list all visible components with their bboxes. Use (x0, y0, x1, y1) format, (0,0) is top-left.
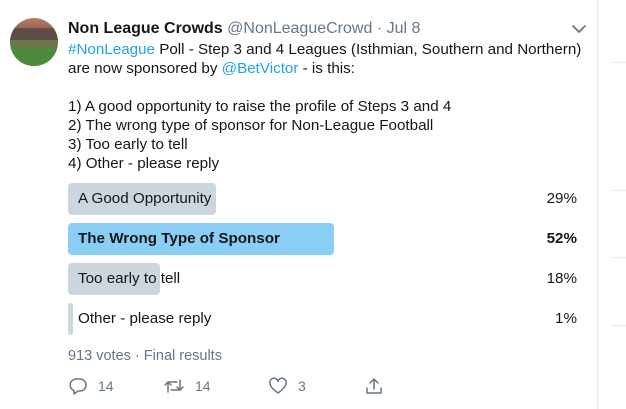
poll-option-label: Too early to tell (78, 270, 181, 287)
reply-count: 14 (98, 378, 114, 394)
poll-option-label: Other - please reply (78, 310, 212, 327)
vote-count: 913 votes (68, 348, 131, 364)
tweet-text: #NonLeague Poll - Step 3 and 4 Leagues (… (68, 40, 583, 173)
avatar[interactable] (10, 18, 58, 66)
poll-option-percent: 18% (546, 270, 577, 287)
author-name[interactable]: Non League Crowds (68, 20, 223, 37)
like-count: 3 (298, 378, 306, 394)
poll-status: Final results (143, 348, 222, 364)
tweet-date[interactable]: Jul 8 (387, 20, 421, 37)
poll-option: The Wrong Type of Sponsor 52% (68, 223, 580, 255)
choice-line: 2) The wrong type of sponsor for Non-Lea… (68, 117, 434, 134)
timeline-divider (597, 0, 598, 409)
poll-option: Too early to tell 18% (68, 263, 580, 295)
hashtag-link[interactable]: #NonLeague (68, 41, 155, 58)
retweet-button[interactable]: 14 (163, 375, 211, 397)
poll-option-percent: 52% (546, 230, 577, 247)
more-options-button[interactable] (568, 18, 590, 40)
tweet-text-line1: Poll - Step 3 and 4 Leagues (Isthmian, S… (155, 41, 582, 58)
poll-option: A Good Opportunity 29% (68, 183, 580, 215)
tweet-header: Non League Crowds @NonLeagueCrowd · Jul … (68, 18, 420, 40)
poll-option-label: The Wrong Type of Sponsor (78, 230, 280, 247)
choice-line: 3) Too early to tell (68, 136, 188, 153)
like-button[interactable]: 3 (268, 375, 306, 397)
poll-option-percent: 29% (546, 190, 577, 207)
header-separator: · (376, 20, 383, 37)
summary-separator: · (134, 348, 140, 364)
mention-link[interactable]: @BetVictor (222, 60, 299, 77)
choice-line: 1) A good opportunity to raise the profi… (68, 98, 452, 115)
poll-summary: 913 votes · Final results (68, 348, 222, 364)
poll-bar (68, 303, 73, 335)
author-handle[interactable]: @NonLeagueCrowd (227, 20, 372, 37)
tweet-text-line2-end: - is this: (298, 60, 355, 77)
heart-icon (269, 377, 287, 394)
tweet-actions: 14 14 3 (68, 375, 398, 397)
retweet-icon (164, 379, 184, 393)
sidebar-divider (611, 257, 626, 258)
share-icon (366, 378, 382, 394)
sidebar-divider (611, 325, 626, 326)
poll-option: Other - please reply 1% (68, 303, 580, 335)
reply-icon (69, 378, 87, 395)
poll-option-percent: 1% (555, 310, 577, 327)
sidebar-divider (611, 62, 626, 63)
share-button[interactable] (364, 375, 384, 397)
choice-line: 4) Other - please reply (68, 155, 220, 172)
retweet-count: 14 (195, 378, 211, 394)
tweet-text-line2-start: are now sponsored by (68, 60, 222, 77)
sidebar-divider (611, 190, 626, 191)
poll-option-label: A Good Opportunity (78, 190, 212, 207)
chevron-down-icon (572, 25, 586, 33)
reply-button[interactable]: 14 (68, 375, 114, 397)
